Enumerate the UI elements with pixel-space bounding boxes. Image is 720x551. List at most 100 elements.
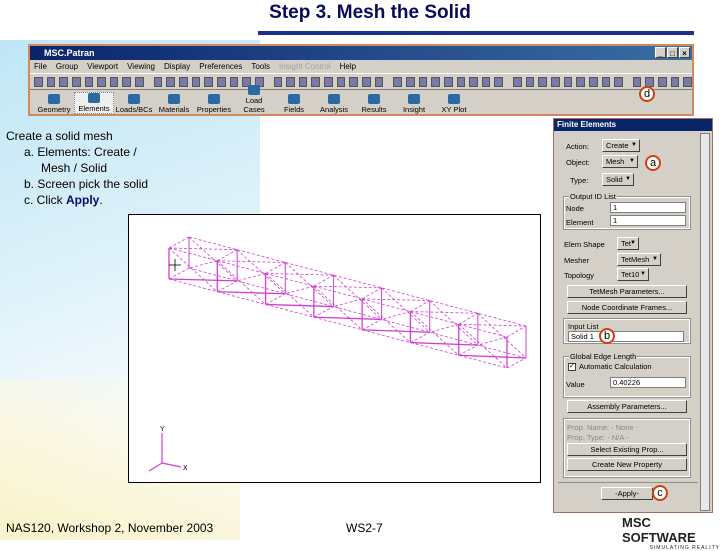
toolbar-icon[interactable] bbox=[135, 76, 144, 87]
toolbar-icon[interactable] bbox=[374, 76, 384, 87]
toolbar-icon[interactable] bbox=[645, 76, 655, 87]
toolbar-icon[interactable] bbox=[431, 76, 440, 87]
tetmesh-parameters-button[interactable]: TetMesh Parameters... bbox=[567, 285, 687, 298]
object-dropdown[interactable]: Mesh bbox=[602, 155, 638, 168]
toolbar-icon[interactable] bbox=[632, 76, 642, 87]
prop-type: Prop. Type: - N/A - bbox=[567, 433, 629, 442]
menu-item[interactable]: Viewport bbox=[87, 60, 118, 73]
toolbar-icon[interactable] bbox=[298, 76, 308, 87]
menu-item[interactable]: Group bbox=[56, 60, 78, 73]
toolbar-icon[interactable] bbox=[588, 76, 598, 87]
toolbar-icon[interactable] bbox=[456, 76, 466, 87]
node-coordinate-frames-button[interactable]: Node Coordinate Frames... bbox=[567, 301, 687, 314]
toolbar-icon[interactable] bbox=[494, 76, 504, 87]
toolbar-icon[interactable] bbox=[469, 76, 478, 87]
axis-x-label: X bbox=[183, 465, 188, 472]
toolbar-icon[interactable] bbox=[349, 76, 359, 87]
toolbar-icon[interactable] bbox=[550, 76, 560, 87]
toolbar-icon[interactable] bbox=[525, 76, 535, 87]
callout-d: d bbox=[639, 86, 655, 102]
toolbar-icon[interactable] bbox=[576, 76, 585, 87]
toolbar-icon[interactable] bbox=[71, 76, 81, 87]
automatic-calculation-checkbox[interactable]: ✓ bbox=[568, 362, 576, 371]
action-dropdown[interactable]: Create bbox=[602, 139, 640, 152]
toolbar-icon[interactable] bbox=[166, 76, 176, 87]
toolbar-icon[interactable] bbox=[204, 76, 213, 87]
toolbar-icon[interactable] bbox=[122, 76, 132, 87]
toolbar-icon[interactable] bbox=[405, 76, 415, 87]
menu-item[interactable]: Help bbox=[340, 60, 356, 73]
toolbar-icon[interactable] bbox=[311, 76, 321, 87]
toolbar-icon[interactable] bbox=[84, 76, 94, 87]
minimize-button[interactable]: _ bbox=[655, 47, 666, 58]
toolbar-icon[interactable] bbox=[109, 76, 119, 87]
toolbar-icon[interactable] bbox=[538, 76, 547, 87]
mesher-dropdown[interactable]: TetMesh bbox=[617, 253, 661, 266]
toolbar-icon[interactable] bbox=[362, 76, 371, 87]
app-button-analysis[interactable]: Analysis bbox=[314, 94, 354, 114]
toolbar-icon[interactable] bbox=[191, 76, 201, 87]
toolbar-icon[interactable] bbox=[216, 76, 226, 87]
app-button-results[interactable]: Results bbox=[354, 94, 394, 114]
elem-shape-dropdown[interactable]: Tet bbox=[617, 237, 639, 250]
toolbar-icon[interactable] bbox=[273, 76, 283, 87]
app-button-insight[interactable]: Insight bbox=[394, 94, 434, 114]
toolbar-icon[interactable] bbox=[513, 76, 522, 87]
toolbar-icon[interactable] bbox=[393, 76, 402, 87]
toolbar-icon[interactable] bbox=[481, 76, 491, 87]
app-button-load-cases[interactable]: Load Cases bbox=[234, 85, 274, 114]
toolbar-icon[interactable] bbox=[563, 76, 573, 87]
assembly-parameters-button[interactable]: Assembly Parameters... bbox=[567, 400, 687, 413]
toolbar-icon[interactable] bbox=[34, 76, 43, 87]
apply-button[interactable]: -Apply- bbox=[601, 487, 653, 500]
app-label: Elements bbox=[78, 104, 110, 113]
maximize-button[interactable]: □ bbox=[667, 47, 678, 58]
app-button-loads-bcs[interactable]: Loads/BCs bbox=[114, 94, 154, 114]
toolbar-icon[interactable] bbox=[324, 76, 333, 87]
element-id-input[interactable]: 1 bbox=[610, 215, 686, 226]
menu-item[interactable]: Viewing bbox=[127, 60, 155, 73]
node-id-input[interactable]: 1 bbox=[610, 202, 686, 213]
app-button-properties[interactable]: Properties bbox=[194, 94, 234, 114]
menu-item[interactable]: Tools bbox=[251, 60, 270, 73]
create-new-property-button[interactable]: Create New Property bbox=[567, 458, 687, 471]
toolbar-icon[interactable] bbox=[336, 76, 346, 87]
menu-item[interactable]: Display bbox=[164, 60, 190, 73]
graphics-viewport[interactable]: YX bbox=[128, 214, 541, 483]
edge-length-value-input[interactable]: 0.40226 bbox=[610, 377, 686, 388]
toolbar-icon[interactable] bbox=[179, 76, 188, 87]
type-dropdown[interactable]: Solid bbox=[602, 173, 634, 186]
toolbar-icon[interactable] bbox=[443, 76, 453, 87]
toolbar-icon[interactable] bbox=[46, 76, 56, 87]
app-button-elements[interactable]: Elements bbox=[74, 92, 114, 114]
solid-mesh[interactable]: YX bbox=[129, 215, 540, 482]
toolbar-icon[interactable] bbox=[59, 76, 68, 87]
callout-b: b bbox=[599, 328, 615, 344]
panel-scrollbar[interactable] bbox=[700, 133, 710, 511]
app-button-xy-plot[interactable]: XY Plot bbox=[434, 94, 474, 114]
toolbar-icon[interactable] bbox=[153, 76, 163, 87]
toolbar-icon[interactable] bbox=[658, 76, 667, 87]
app-button-geometry[interactable]: Geometry bbox=[34, 94, 74, 114]
toolbar-icon[interactable] bbox=[683, 76, 693, 87]
toolbar-icon[interactable] bbox=[614, 76, 623, 87]
automatic-calculation-label: Automatic Calculation bbox=[579, 362, 652, 371]
menu-item[interactable]: Preferences bbox=[199, 60, 242, 73]
topology-dropdown[interactable]: Tet10 bbox=[617, 268, 649, 281]
toolbar-icon[interactable] bbox=[97, 76, 106, 87]
menu-item[interactable]: Insight Control bbox=[279, 60, 331, 73]
mesh-edge bbox=[217, 260, 286, 263]
select-existing-prop-button[interactable]: Select Existing Prop... bbox=[567, 443, 687, 456]
app-button-fields[interactable]: Fields bbox=[274, 94, 314, 114]
input-list-field[interactable]: Solid 1 bbox=[568, 331, 684, 342]
close-button[interactable]: × bbox=[679, 47, 690, 58]
app-button-materials[interactable]: Materials bbox=[154, 94, 194, 114]
mesh-edge bbox=[313, 316, 382, 321]
toolbar-icon[interactable] bbox=[670, 76, 680, 87]
toolbar-icon[interactable] bbox=[601, 76, 611, 87]
menu-item[interactable]: File bbox=[34, 60, 47, 73]
toolbar-icon[interactable] bbox=[418, 76, 428, 87]
instruction-step-a: a. Elements: Create / bbox=[24, 145, 137, 159]
toolbar-icon[interactable] bbox=[286, 76, 295, 87]
menu-bar: File Group Viewport Viewing Display Preferenc… bbox=[30, 60, 692, 73]
